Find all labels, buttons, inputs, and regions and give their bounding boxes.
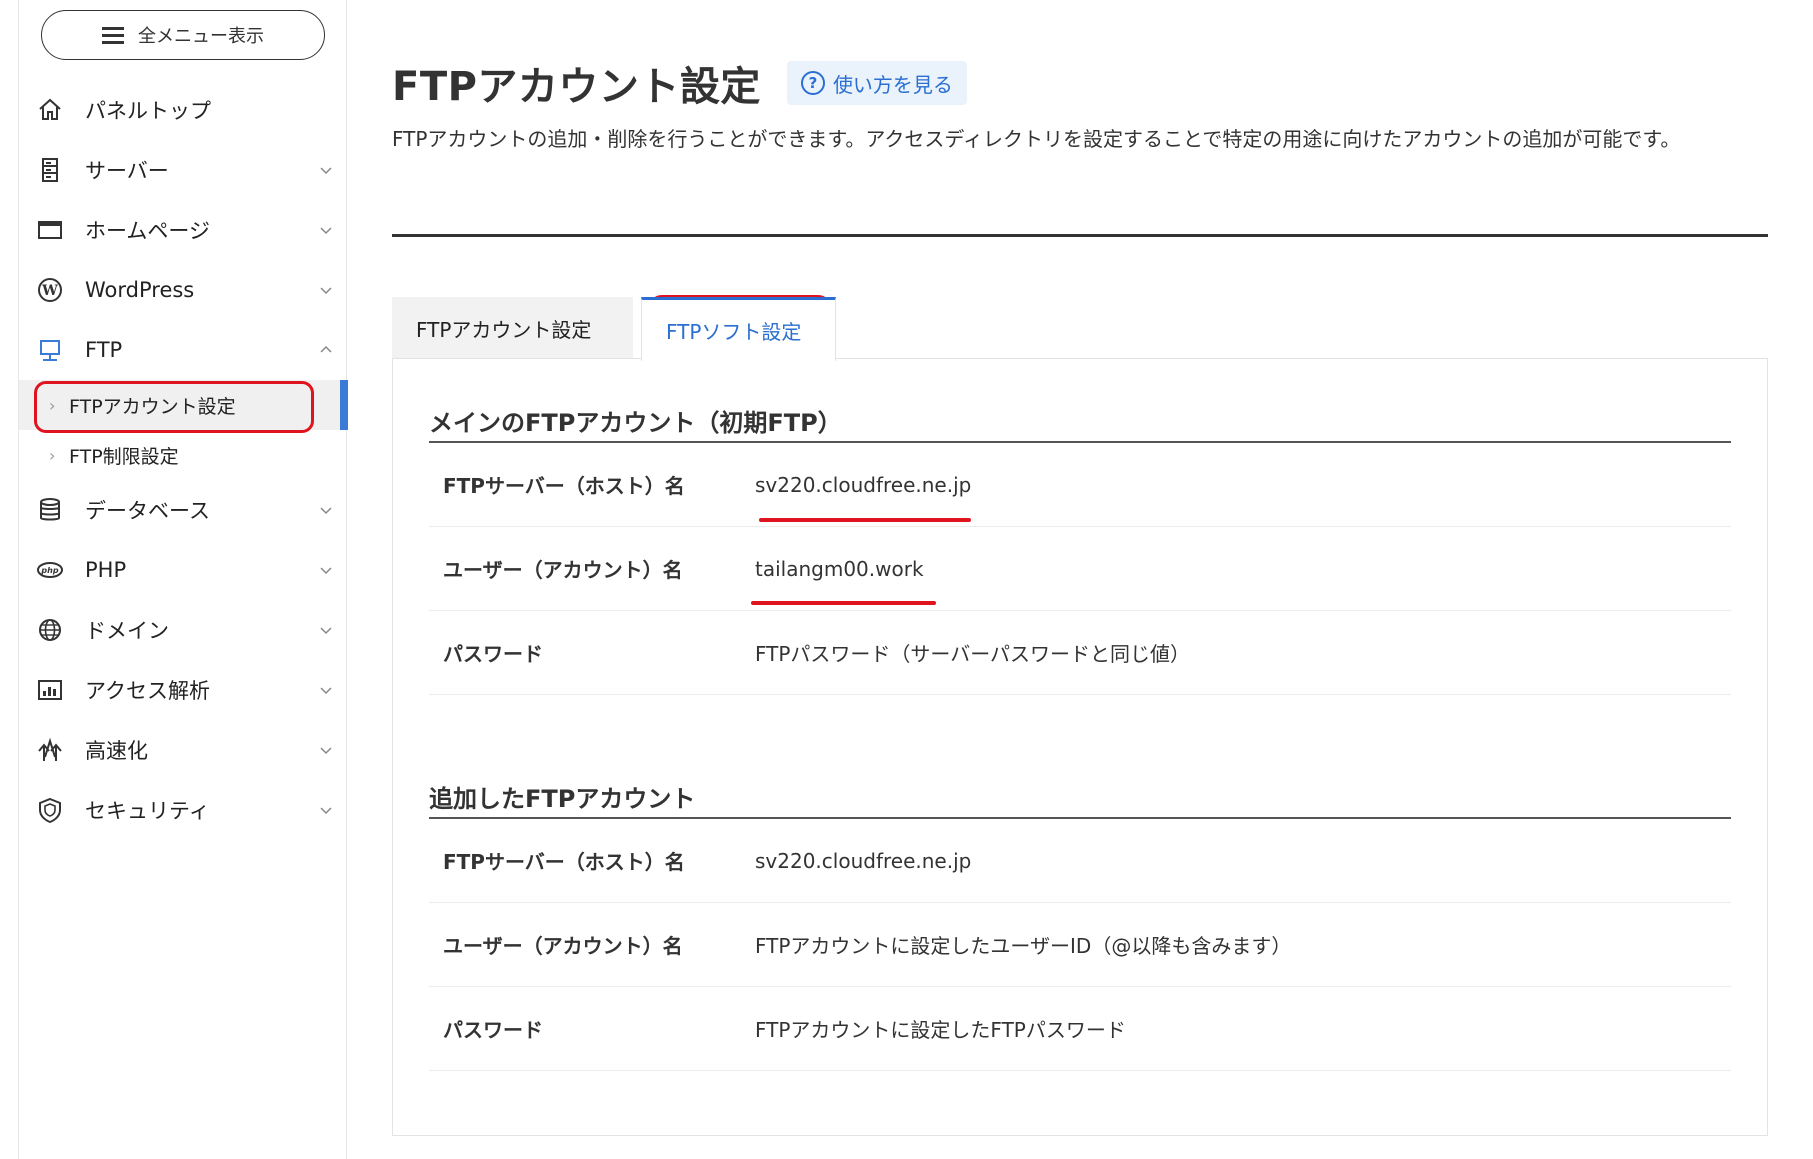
analytics-icon xyxy=(37,677,63,703)
row-value: FTPアカウントに設定したユーザーID（@以降も含みます） xyxy=(755,934,1292,958)
shield-icon xyxy=(37,797,63,823)
sidebar-item-homepage[interactable]: ホームページ xyxy=(19,200,348,260)
wordpress-icon: W xyxy=(37,277,63,303)
home-icon xyxy=(37,97,63,123)
svg-text:W: W xyxy=(41,283,58,299)
tab-ftp-software-settings[interactable]: FTPソフト設定 xyxy=(641,297,836,361)
sidebar-nav: パネルトップ サーバー ホームページ W WordPress FTP › FTP… xyxy=(19,80,348,840)
annotation-highlight-box xyxy=(34,381,314,433)
sidebar-item-label: FTP xyxy=(85,338,123,362)
chevron-up-icon xyxy=(320,345,332,353)
sidebar-item-panel-top[interactable]: パネルトップ xyxy=(19,80,348,140)
tab-label: FTPソフト設定 xyxy=(666,320,802,344)
sidebar-item-label: ホームページ xyxy=(85,219,210,243)
tab-bar: FTPアカウント設定 FTPソフト設定 xyxy=(392,297,836,361)
sidebar-item-label: ドメイン xyxy=(85,619,169,643)
table-row: ユーザー（アカウント）名 tailangm00.work xyxy=(429,527,1731,611)
page-title: FTPアカウント設定 xyxy=(392,64,761,110)
sidebar-item-wordpress[interactable]: W WordPress xyxy=(19,260,348,320)
hamburger-icon xyxy=(102,27,124,44)
help-label: 使い方を見る xyxy=(832,72,953,97)
chevron-down-icon xyxy=(320,747,332,755)
chevron-down-icon xyxy=(320,567,332,575)
database-icon xyxy=(37,497,63,523)
help-button[interactable]: ? 使い方を見る xyxy=(786,61,967,105)
title-row: FTPアカウント設定 ? 使い方を見る xyxy=(392,54,967,112)
table-row: パスワード FTPパスワード（サーバーパスワードと同じ値） xyxy=(429,611,1731,695)
section-title-added-account: 追加したFTPアカウント xyxy=(429,785,696,813)
server-icon xyxy=(37,157,63,183)
ftp-monitor-icon xyxy=(37,337,63,363)
sidebar: 全メニュー表示 パネルトップ サーバー ホームページ W WordPress F… xyxy=(18,0,348,1159)
row-label: FTPサーバー（ホスト）名 xyxy=(443,474,685,498)
svg-text:php: php xyxy=(40,566,58,575)
sidebar-item-analytics[interactable]: アクセス解析 xyxy=(19,660,348,720)
chevron-down-icon xyxy=(320,807,332,815)
sidebar-subitem-label: FTP制限設定 xyxy=(69,445,179,468)
sidebar-subitem-ftp-limit[interactable]: › FTP制限設定 xyxy=(19,430,348,480)
sidebar-item-ftp[interactable]: FTP xyxy=(19,320,348,380)
sidebar-item-label: PHP xyxy=(85,558,127,582)
sidebar-item-database[interactable]: データベース xyxy=(19,480,348,540)
sidebar-item-speed[interactable]: 高速化 xyxy=(19,720,348,780)
chevron-down-icon xyxy=(320,287,332,295)
section-title-main-account: メインのFTPアカウント（初期FTP） xyxy=(429,409,842,437)
all-menu-button[interactable]: 全メニュー表示 xyxy=(41,10,325,60)
tab-label: FTPアカウント設定 xyxy=(416,317,592,342)
row-value: FTPパスワード（サーバーパスワードと同じ値） xyxy=(755,642,1191,666)
chevron-down-icon xyxy=(320,687,332,695)
sidebar-item-label: WordPress xyxy=(85,278,195,302)
row-value: tailangm00.work xyxy=(755,556,924,581)
tab-panel: メインのFTPアカウント（初期FTP） FTPサーバー（ホスト）名 sv220.… xyxy=(392,358,1768,1136)
tab-ftp-account-settings[interactable]: FTPアカウント設定 xyxy=(392,297,633,359)
row-value: sv220.cloudfree.ne.jp xyxy=(755,848,972,873)
sidebar-item-domain[interactable]: ドメイン xyxy=(19,600,348,660)
chevron-down-icon xyxy=(320,167,332,175)
speed-icon xyxy=(37,737,63,763)
sidebar-item-label: セキュリティ xyxy=(85,799,210,823)
annotation-underline xyxy=(759,518,971,522)
sidebar-item-label: サーバー xyxy=(85,159,169,183)
row-label: パスワード xyxy=(443,642,543,666)
sidebar-item-label: データベース xyxy=(85,499,210,523)
table-row: FTPサーバー（ホスト）名 sv220.cloudfree.ne.jp xyxy=(429,443,1731,527)
page-description: FTPアカウントの追加・削除を行うことができます。アクセスディレクトリを設定する… xyxy=(392,127,1681,151)
browser-window-icon xyxy=(37,217,63,243)
sidebar-item-label: パネルトップ xyxy=(85,99,211,123)
sidebar-item-php[interactable]: php PHP xyxy=(19,540,348,600)
globe-icon xyxy=(37,617,63,643)
chevron-right-icon: › xyxy=(49,445,56,465)
table-row: パスワード FTPアカウントに設定したFTPパスワード xyxy=(429,987,1731,1071)
all-menu-label: 全メニュー表示 xyxy=(138,26,264,47)
sidebar-item-label: アクセス解析 xyxy=(85,679,210,703)
question-icon: ? xyxy=(800,71,825,95)
php-icon: php xyxy=(37,557,63,583)
annotation-underline xyxy=(751,601,936,605)
row-label: ユーザー（アカウント）名 xyxy=(443,558,683,582)
chevron-down-icon xyxy=(320,627,332,635)
sidebar-item-server[interactable]: サーバー xyxy=(19,140,348,200)
sidebar-item-label: 高速化 xyxy=(85,739,148,763)
table-row: FTPサーバー（ホスト）名 sv220.cloudfree.ne.jp xyxy=(429,819,1731,903)
chevron-down-icon xyxy=(320,227,332,235)
sidebar-item-security[interactable]: セキュリティ xyxy=(19,780,348,840)
row-value: sv220.cloudfree.ne.jp xyxy=(755,472,972,497)
divider xyxy=(392,234,1768,237)
active-indicator xyxy=(340,380,348,430)
row-label: FTPサーバー（ホスト）名 xyxy=(443,850,685,874)
row-value: FTPアカウントに設定したFTPパスワード xyxy=(755,1018,1126,1042)
table-row: ユーザー（アカウント）名 FTPアカウントに設定したユーザーID（@以降も含みま… xyxy=(429,903,1731,987)
chevron-down-icon xyxy=(320,507,332,515)
row-label: ユーザー（アカウント）名 xyxy=(443,934,683,958)
row-label: パスワード xyxy=(443,1018,543,1042)
